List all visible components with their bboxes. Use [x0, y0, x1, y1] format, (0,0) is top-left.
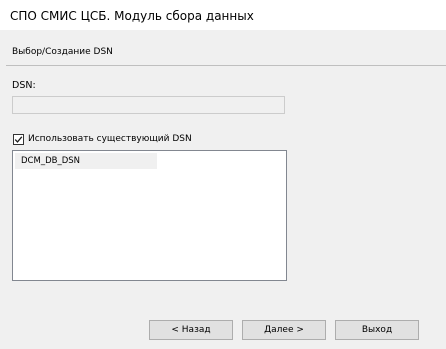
check-icon [14, 136, 23, 143]
use-existing-dsn-label: Использовать существующий DSN [28, 134, 192, 144]
title-bar: СПО СМИС ЦСБ. Модуль сбора данных [0, 0, 446, 30]
page-header: Выбор/Создание DSN [12, 47, 113, 57]
next-button[interactable]: Далее > [242, 320, 326, 340]
use-existing-dsn-option[interactable]: Использовать существующий DSN [13, 133, 192, 146]
dsn-list[interactable]: DCM_DB_DSN [12, 150, 287, 281]
dsn-input[interactable] [12, 96, 285, 114]
dsn-label: DSN: [12, 80, 36, 91]
window-title: СПО СМИС ЦСБ. Модуль сбора данных [10, 9, 254, 23]
exit-button[interactable]: Выход [335, 320, 419, 340]
header-divider [6, 65, 446, 66]
list-item[interactable]: DCM_DB_DSN [15, 153, 157, 169]
back-button[interactable]: < Назад [149, 320, 233, 340]
use-existing-dsn-checkbox[interactable] [13, 134, 24, 145]
